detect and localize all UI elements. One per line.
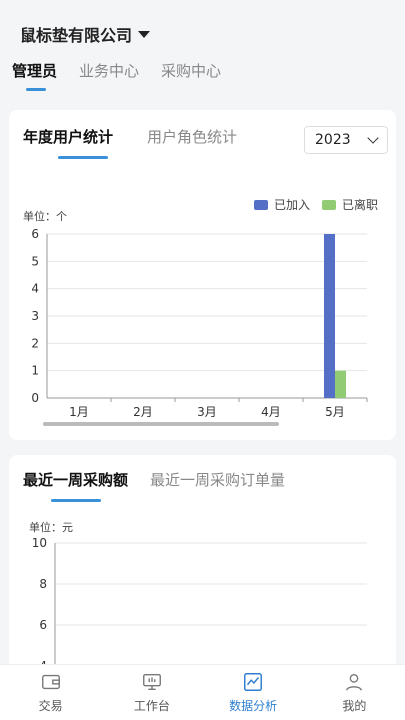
chevron-down-icon (367, 132, 379, 144)
user-stats-tabs: 年度用户统计 用户角色统计 (23, 126, 237, 159)
nav-label: 交易 (38, 699, 63, 713)
x-tick-label: 1月 (69, 405, 89, 419)
y-tick-label: 6 (31, 227, 39, 241)
user-stats-bar-chart: 0 1 2 3 4 5 6 1月 2月 3月 4月 5月 (31, 227, 368, 419)
purchase-amount-chart: 10864 (32, 536, 367, 675)
bar-left (335, 370, 346, 398)
legend-label: 已离职 (341, 198, 378, 212)
y-tick-label: 3 (31, 309, 39, 323)
x-tick-label: 3月 (197, 405, 217, 419)
x-tick-label: 2月 (133, 405, 153, 419)
nav-label: 数据分析 (229, 699, 278, 713)
nav-trade[interactable]: 交易 (0, 665, 101, 720)
purchase-stats-card: 最近一周采购额 最近一周采购订单量 单位：元 10864 (9, 455, 396, 675)
tab-purchase-center[interactable]: 采购中心 (161, 60, 221, 91)
company-selector[interactable]: 鼠标垫有限公司 (20, 22, 151, 46)
chart-scrollbar[interactable] (43, 422, 279, 426)
tab-user-role-stats[interactable]: 用户角色统计 (147, 126, 237, 159)
purchase-stats-tabs: 最近一周采购额 最近一周采购订单量 (23, 469, 285, 502)
chart-icon (244, 673, 263, 691)
nav-label: 我的 (342, 699, 367, 713)
nav-workbench[interactable]: 工作台 (101, 665, 202, 720)
legend-label: 已加入 (273, 198, 310, 212)
role-tabs: 管理员 业务中心 采购中心 (12, 60, 221, 91)
monitor-icon (142, 673, 161, 691)
year-value: 2023 (315, 132, 351, 148)
tab-weekly-purchase-amount[interactable]: 最近一周采购额 (23, 469, 128, 502)
bar-joined (324, 234, 335, 398)
y-tick-label: 2 (31, 336, 39, 350)
wallet-icon (41, 674, 60, 690)
y-tick-label: 10 (32, 536, 47, 550)
tab-weekly-purchase-orders[interactable]: 最近一周采购订单量 (150, 469, 285, 502)
x-tick-label: 5月 (325, 405, 345, 419)
nav-profile[interactable]: 我的 (304, 665, 405, 720)
bottom-tab-bar: 交易 工作台 数据分析 我的 (0, 664, 405, 720)
y-tick-label: 0 (31, 391, 39, 405)
tab-annual-user-stats[interactable]: 年度用户统计 (23, 126, 113, 159)
legend-swatch (321, 199, 336, 210)
nav-data-analysis[interactable]: 数据分析 (203, 665, 304, 720)
y-tick-label: 6 (39, 618, 47, 632)
y-tick-label: 4 (31, 282, 39, 296)
tab-admin[interactable]: 管理员 (12, 60, 57, 91)
tab-business-center[interactable]: 业务中心 (79, 60, 139, 91)
company-name: 鼠标垫有限公司 (20, 26, 133, 45)
user-stats-card: 年度用户统计 用户角色统计 2023 已加入 已离职 单位：个 01234561… (9, 110, 396, 440)
legend-swatch (253, 199, 268, 210)
y-tick-label: 1 (31, 364, 39, 378)
chart-legend: 已加入 已离职 (253, 196, 378, 213)
legend-item-joined[interactable]: 已加入 (253, 196, 310, 213)
user-icon (346, 673, 363, 691)
nav-label: 工作台 (133, 699, 170, 713)
x-tick-label: 4月 (261, 405, 281, 419)
year-select[interactable]: 2023 (304, 126, 388, 154)
y-tick-label: 8 (39, 577, 47, 591)
legend-item-left[interactable]: 已离职 (321, 196, 378, 213)
caret-down-icon (138, 30, 151, 38)
y-tick-label: 5 (31, 254, 39, 268)
